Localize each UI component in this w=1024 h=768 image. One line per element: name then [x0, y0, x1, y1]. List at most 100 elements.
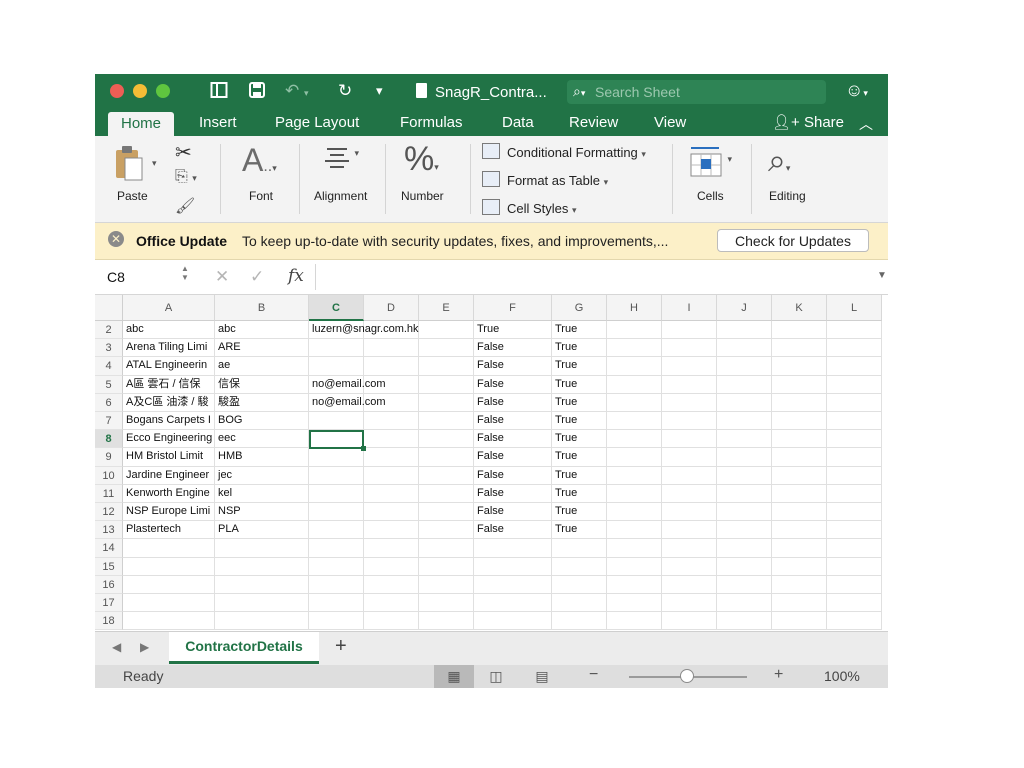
cell-c5[interactable]: no@email.com	[309, 375, 386, 394]
cell-l7[interactable]	[827, 412, 882, 431]
cell-e6[interactable]	[419, 393, 474, 412]
cell-h18[interactable]	[607, 612, 662, 631]
formula-input[interactable]	[325, 268, 865, 286]
cell-e8[interactable]	[419, 430, 474, 449]
cell-g10[interactable]: True	[552, 466, 607, 485]
cell-l17[interactable]	[827, 594, 882, 613]
prev-sheet-icon[interactable]: ◀	[112, 640, 121, 654]
cell-g14[interactable]	[552, 539, 607, 558]
undo-icon[interactable]: ↶ ▾	[285, 81, 309, 103]
cell-a10[interactable]: Jardine Engineer	[123, 466, 215, 485]
cell-b5[interactable]: 信保	[215, 375, 309, 394]
cell-f15[interactable]	[474, 557, 552, 576]
cell-l15[interactable]	[827, 557, 882, 576]
row-header-13[interactable]: 13	[95, 521, 123, 540]
cell-l11[interactable]	[827, 484, 882, 503]
check-for-updates-button[interactable]: Check for Updates	[717, 229, 869, 252]
cell-l3[interactable]	[827, 339, 882, 358]
cell-c14[interactable]	[309, 539, 364, 558]
cell-h12[interactable]	[607, 503, 662, 522]
cell-l18[interactable]	[827, 612, 882, 631]
cell-b18[interactable]	[215, 612, 309, 631]
cell-a3[interactable]: Arena Tiling Limi	[123, 339, 215, 358]
cell-g6[interactable]: True	[552, 393, 607, 412]
cell-l4[interactable]	[827, 357, 882, 376]
cell-j9[interactable]	[717, 448, 772, 467]
cell-c17[interactable]	[309, 594, 364, 613]
zoom-window-button[interactable]	[156, 84, 170, 98]
cell-d12[interactable]	[364, 503, 419, 522]
cell-i5[interactable]	[662, 375, 717, 394]
cell-h3[interactable]	[607, 339, 662, 358]
cell-h16[interactable]	[607, 575, 662, 594]
paste-dropdown[interactable]: ▾	[152, 158, 157, 169]
close-circle-icon[interactable]: ✕	[108, 231, 124, 247]
cell-f10[interactable]: False	[474, 466, 552, 485]
cell-b14[interactable]	[215, 539, 309, 558]
column-header-j[interactable]: J	[717, 295, 772, 321]
cell-e15[interactable]	[419, 557, 474, 576]
cell-b16[interactable]	[215, 575, 309, 594]
cell-f5[interactable]: False	[474, 375, 552, 394]
editing-icon[interactable]: ⌕▾	[768, 142, 790, 180]
customize-icon[interactable]: ▾	[376, 81, 383, 101]
cell-k11[interactable]	[772, 484, 827, 503]
cell-h17[interactable]	[607, 594, 662, 613]
chevron-up-icon[interactable]: ︿	[859, 114, 873, 134]
cell-e4[interactable]	[419, 357, 474, 376]
cell-k15[interactable]	[772, 557, 827, 576]
smiley-icon[interactable]: ☺▾	[845, 80, 868, 101]
cell-h11[interactable]	[607, 484, 662, 503]
cell-b8[interactable]: eec	[215, 430, 309, 449]
cell-g7[interactable]: True	[552, 412, 607, 431]
row-header-10[interactable]: 10	[95, 466, 123, 485]
cell-l12[interactable]	[827, 503, 882, 522]
cell-i10[interactable]	[662, 466, 717, 485]
normal-view-icon[interactable]: ▦	[434, 665, 474, 688]
cell-i6[interactable]	[662, 393, 717, 412]
cell-c11[interactable]	[309, 484, 364, 503]
cell-e12[interactable]	[419, 503, 474, 522]
cell-g9[interactable]: True	[552, 448, 607, 467]
cell-k9[interactable]	[772, 448, 827, 467]
cell-k16[interactable]	[772, 575, 827, 594]
cell-j18[interactable]	[717, 612, 772, 631]
cell-k17[interactable]	[772, 594, 827, 613]
cell-c12[interactable]	[309, 503, 364, 522]
cell-c10[interactable]	[309, 466, 364, 485]
cell-d11[interactable]	[364, 484, 419, 503]
cell-f12[interactable]: False	[474, 503, 552, 522]
cell-k6[interactable]	[772, 393, 827, 412]
format-painter-icon[interactable]: 🖌︎	[175, 196, 195, 216]
cell-c15[interactable]	[309, 557, 364, 576]
cell-b17[interactable]	[215, 594, 309, 613]
paste-icon[interactable]	[113, 144, 145, 187]
tab-home[interactable]: Home	[108, 112, 175, 136]
zoom-level[interactable]: 100%	[824, 668, 860, 684]
cell-d17[interactable]	[364, 594, 419, 613]
cell-i12[interactable]	[662, 503, 717, 522]
cell-k10[interactable]	[772, 466, 827, 485]
cell-e5[interactable]	[419, 375, 474, 394]
cell-g4[interactable]: True	[552, 357, 607, 376]
cell-j2[interactable]	[717, 321, 772, 340]
cell-h7[interactable]	[607, 412, 662, 431]
column-header-a[interactable]: A	[123, 295, 215, 321]
cell-l5[interactable]	[827, 375, 882, 394]
row-header-16[interactable]: 16	[95, 575, 123, 594]
cell-i3[interactable]	[662, 339, 717, 358]
cell-g13[interactable]: True	[552, 521, 607, 540]
cell-k18[interactable]	[772, 612, 827, 631]
cell-d4[interactable]	[364, 357, 419, 376]
cell-d18[interactable]	[364, 612, 419, 631]
tab-formulas[interactable]: Formulas	[400, 114, 463, 131]
cell-c9[interactable]	[309, 448, 364, 467]
cell-d8[interactable]	[364, 430, 419, 449]
cell-g18[interactable]	[552, 612, 607, 631]
cell-b6[interactable]: 駿盈	[215, 393, 309, 412]
cell-e11[interactable]	[419, 484, 474, 503]
sheet-tab-contractordetails[interactable]: ContractorDetails	[169, 632, 319, 664]
cell-l14[interactable]	[827, 539, 882, 558]
cell-g17[interactable]	[552, 594, 607, 613]
cell-a15[interactable]	[123, 557, 215, 576]
